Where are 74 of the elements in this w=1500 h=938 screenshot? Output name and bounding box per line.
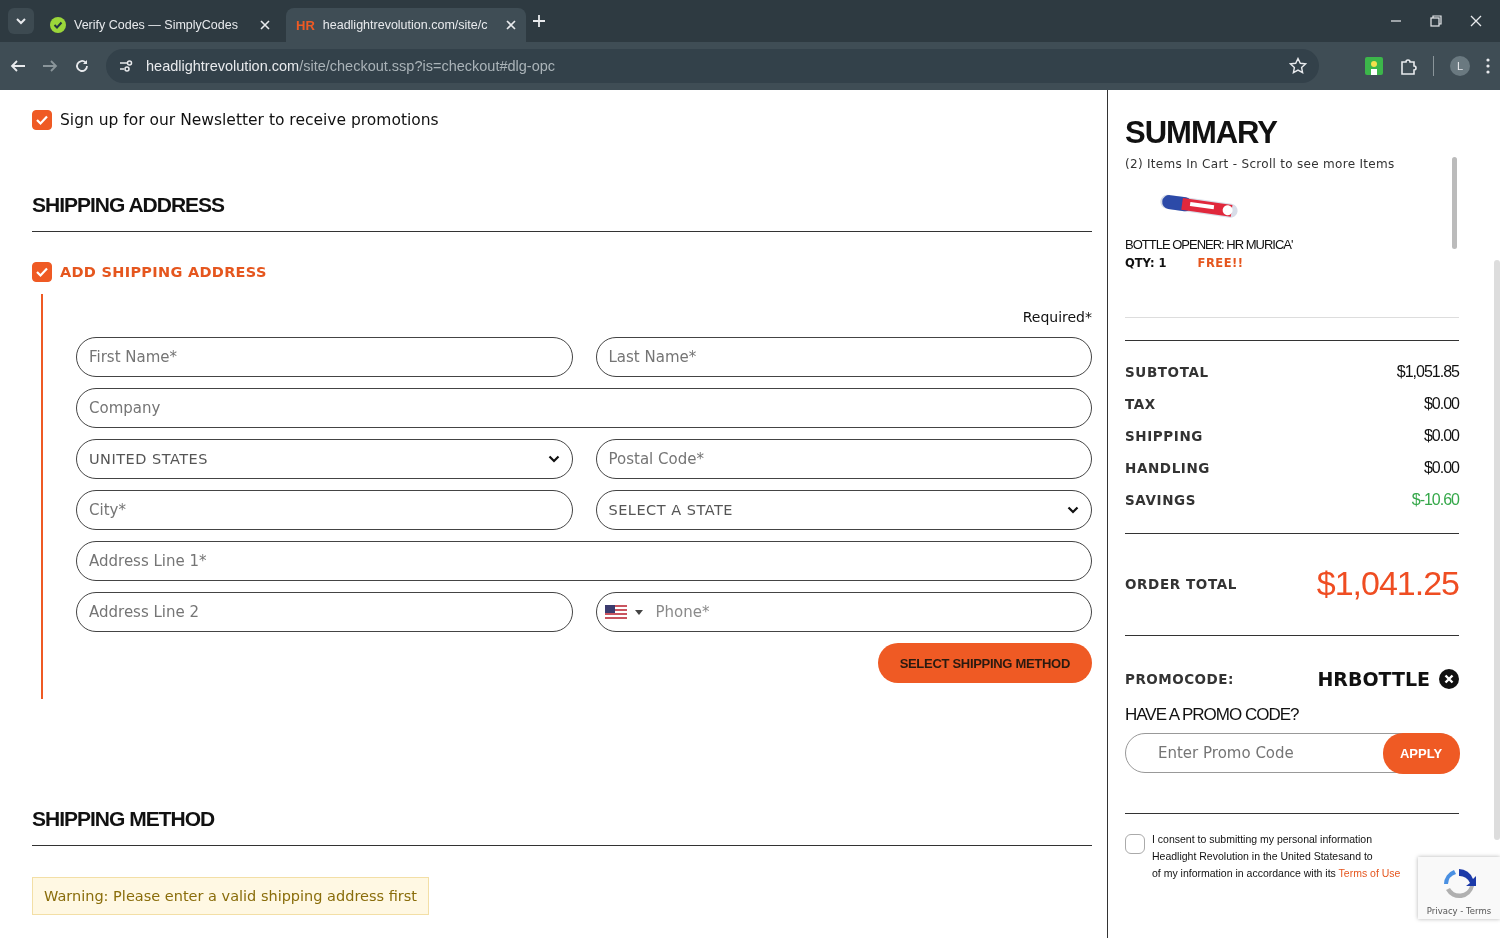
order-total-label: ORDER TOTAL	[1125, 575, 1237, 592]
promo-prompt: HAVE A PROMO CODE?	[1125, 705, 1299, 725]
item-quantity: QTY: 1	[1125, 256, 1167, 270]
profile-avatar[interactable]: L	[1450, 56, 1470, 76]
total-label: SUBTOTAL	[1125, 364, 1209, 380]
terms-link[interactable]: Terms of Use	[1338, 867, 1401, 879]
scrollbar[interactable]	[1452, 157, 1457, 249]
input-field[interactable]: Company	[76, 388, 1092, 428]
input-field[interactable]: First Name*	[76, 337, 573, 377]
address-bar[interactable]: headlightrevolution.com/site/checkout.ssp?is=checkout#dlg-opc	[106, 49, 1319, 83]
input-field[interactable]: Postal Code*	[595, 439, 1092, 479]
checkmark-icon	[35, 113, 49, 127]
select-shipping-button[interactable]: SELECT SHIPPING METHOD	[877, 643, 1092, 683]
input-field[interactable]: City*	[76, 490, 573, 530]
scrollbar[interactable]	[1494, 260, 1500, 840]
input-field[interactable]: Last Name*	[595, 337, 1092, 377]
chevron-down-icon	[547, 455, 560, 463]
total-value: $0.00	[1423, 459, 1459, 477]
consent-text: of my information in accordance with its Terms of Use	[1152, 866, 1401, 881]
recaptcha-badge[interactable]: Privacy - Terms	[1418, 857, 1500, 919]
url-text: headlightrevolution.com/site/checkout.ssp?is=checkout#dlg-opc	[146, 58, 556, 74]
browser-tab[interactable]: Verify Codes — SimplyCodes	[40, 8, 280, 42]
star-icon[interactable]	[1289, 57, 1307, 75]
promo-label: PROMOCODE:	[1125, 671, 1234, 687]
total-label: HANDLING	[1125, 460, 1211, 476]
add-address-label: ADD SHIPPING ADDRESS	[60, 264, 267, 280]
recaptcha-links[interactable]: Privacy - Terms	[1426, 906, 1492, 916]
checkmark-icon	[35, 265, 49, 279]
input-field[interactable]: Address Line 1*	[76, 541, 1092, 581]
total-value: $-10.60	[1411, 491, 1459, 509]
warning-message: Warning: Please enter a valid shipping address first	[32, 877, 429, 915]
summary-heading: SUMMARY	[1125, 115, 1277, 151]
check-icon	[50, 17, 66, 33]
add-address-checkbox[interactable]	[32, 262, 52, 282]
total-label: TAX	[1125, 396, 1156, 412]
close-icon[interactable]	[1470, 15, 1482, 27]
flag-icon	[604, 605, 627, 619]
cart-note: (2) Items In Cart - Scroll to see more Items	[1125, 157, 1396, 171]
extension-icon[interactable]	[1365, 57, 1383, 75]
close-icon[interactable]	[260, 20, 270, 30]
consent-text: Headlight Revolution in the United Statesand to	[1152, 849, 1374, 864]
total-value: $0.00	[1423, 427, 1459, 445]
site-settings-icon[interactable]	[118, 58, 134, 74]
input-field[interactable]: Address Line 2	[76, 592, 573, 632]
reload-icon[interactable]	[74, 58, 90, 74]
plus-icon[interactable]	[532, 14, 546, 28]
menu-icon[interactable]	[1486, 58, 1490, 74]
item-name: BOTTLE OPENER: HR MURICA'	[1125, 237, 1293, 252]
order-total-value: $1,041.25	[1316, 564, 1459, 603]
total-value: $1,051.85	[1396, 363, 1459, 381]
close-icon[interactable]	[506, 20, 516, 30]
newsletter-label: Sign up for our Newsletter to receive promotions	[60, 111, 439, 129]
browser-tab[interactable]: HR headlightrevolution.com/site/c	[286, 8, 526, 42]
caret-down-icon	[634, 609, 643, 615]
forward-icon[interactable]	[42, 58, 58, 74]
section-heading: SHIPPING METHOD	[32, 807, 215, 831]
tab-list-button[interactable]	[8, 8, 34, 34]
newsletter-checkbox[interactable]	[32, 110, 52, 130]
total-value: $0.00	[1423, 395, 1459, 413]
puzzle-icon[interactable]	[1399, 57, 1417, 75]
consent-checkbox[interactable]	[1125, 834, 1145, 854]
chevron-down-icon	[15, 15, 27, 27]
section-heading: SHIPPING ADDRESS	[32, 193, 225, 217]
promo-code: HRBOTTLE	[1317, 668, 1430, 690]
remove-icon[interactable]	[1439, 669, 1459, 689]
back-icon[interactable]	[10, 58, 26, 74]
total-label: SHIPPING	[1125, 428, 1204, 444]
required-note: Required*	[1021, 309, 1092, 325]
chevron-down-icon	[1067, 506, 1079, 514]
site-logo: HR	[296, 17, 315, 33]
item-price: FREE!!	[1197, 256, 1244, 270]
consent-text: I consent to submitting my personal information	[1152, 832, 1374, 847]
total-label: SAVINGS	[1125, 492, 1197, 508]
restore-icon[interactable]	[1430, 15, 1442, 27]
